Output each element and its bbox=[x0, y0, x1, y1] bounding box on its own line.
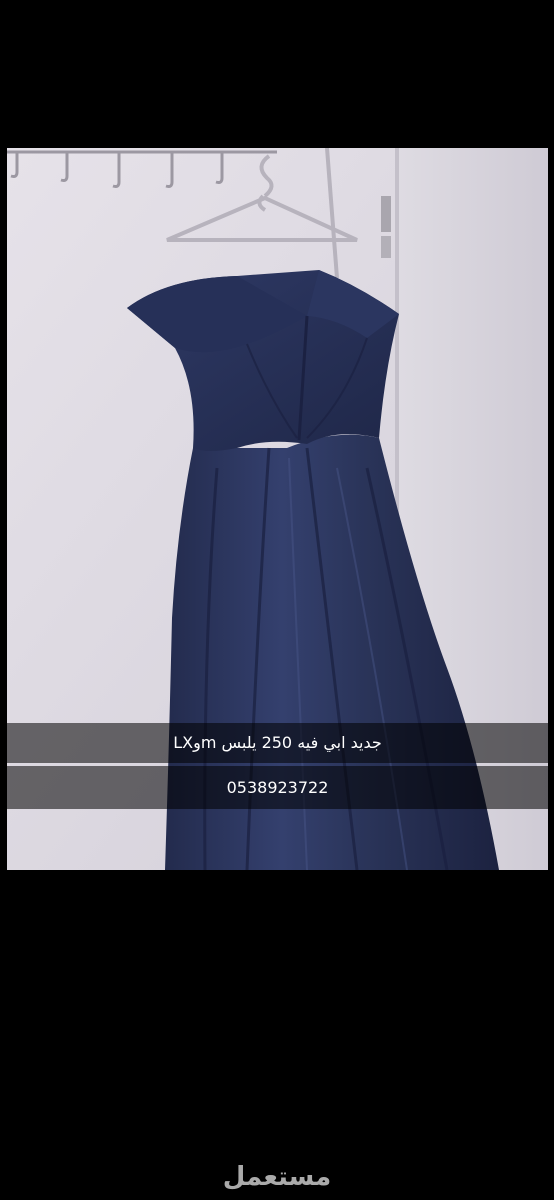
caption-line-1: جديد ابي فيه 250 يلبس mوLX bbox=[7, 723, 548, 763]
caption-line-2-phone: 0538923722 bbox=[7, 766, 548, 809]
listing-photo: جديد ابي فيه 250 يلبس mوLX 0538923722 bbox=[7, 148, 548, 870]
watermark-logo: مستعمل bbox=[222, 1162, 332, 1192]
